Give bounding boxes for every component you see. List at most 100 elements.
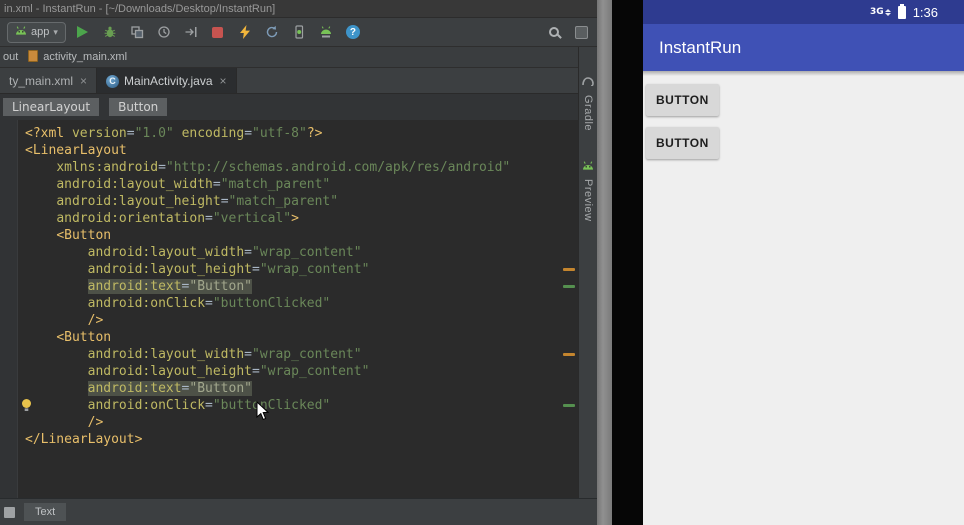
code-token: = <box>252 262 260 277</box>
code-token: <?xml <box>25 126 72 141</box>
mouse-cursor <box>256 401 270 422</box>
tab-text-mode[interactable]: Text <box>24 503 66 521</box>
code-token: "match_parent" <box>229 194 339 209</box>
tool-rail-label: Gradle <box>582 95 594 131</box>
code-line: <LinearLayout <box>25 142 562 159</box>
help-icon[interactable]: ? <box>344 23 362 41</box>
editor-tab-label: MainActivity.java <box>124 74 212 88</box>
gradle-icon <box>582 73 594 91</box>
code-token: = <box>252 364 260 379</box>
window-divider[interactable] <box>597 0 612 525</box>
java-class-icon: C <box>106 73 119 88</box>
tool-rail-gradle[interactable]: Gradle <box>579 73 597 131</box>
code-line: android:text="Button" <box>25 278 562 295</box>
device-button-2[interactable]: BUTTON <box>646 127 719 159</box>
screenshot: in.xml - InstantRun - [~/Downloads/Deskt… <box>0 0 964 525</box>
sdk-manager-icon[interactable] <box>317 23 335 41</box>
code-token <box>25 262 88 277</box>
code-line: android:text="Button" <box>25 380 562 397</box>
code-token <box>25 296 88 311</box>
device-button-1[interactable]: BUTTON <box>646 84 719 116</box>
code-token: version <box>72 126 127 141</box>
navbar-item[interactable]: out <box>3 51 18 63</box>
code-token: = <box>127 126 135 141</box>
tool-rail-preview[interactable]: Preview <box>579 157 597 222</box>
code-token: "buttonClicked" <box>213 296 330 311</box>
breadcrumb-chip[interactable]: LinearLayout <box>3 98 99 116</box>
code-token: "Button" <box>189 381 252 396</box>
code-line: <?xml version="1.0" encoding="utf-8"?> <box>25 125 562 142</box>
code-line: android:layout_width="match_parent" <box>25 176 562 193</box>
code-token <box>25 364 88 379</box>
sync-project-icon[interactable] <box>263 23 281 41</box>
code-token: "match_parent" <box>221 177 331 192</box>
xml-breadcrumbs: LinearLayout Button <box>0 94 578 120</box>
code-token: "wrap_content" <box>252 347 362 362</box>
stripe-mark <box>563 268 575 271</box>
code-editor[interactable]: <?xml version="1.0" encoding="utf-8"?><L… <box>0 120 578 498</box>
stripe-mark <box>563 285 575 288</box>
code-line: /> <box>25 312 562 329</box>
code-line: /> <box>25 414 562 431</box>
toolwindow-toggle-icon[interactable] <box>4 507 15 518</box>
network-label: 3G <box>870 7 884 17</box>
code-token: "utf-8" <box>252 126 307 141</box>
code-line: <Button <box>25 227 562 244</box>
code-token: = <box>244 245 252 260</box>
emulator-screen: 3G 1:36 InstantRun BUTTONBUTTON <box>643 0 964 525</box>
code-token: "wrap_content" <box>260 364 370 379</box>
code-token: "1.0" <box>135 126 174 141</box>
coverage-icon[interactable] <box>128 23 146 41</box>
code-token: android:layout_height <box>88 364 252 379</box>
code-token: android:onClick <box>88 398 205 413</box>
close-tab-icon[interactable]: × <box>220 74 227 88</box>
main-toolbar: app ▾ ? <box>0 18 597 47</box>
code-token <box>25 347 88 362</box>
panel-toggle-icon[interactable] <box>572 23 590 41</box>
chevron-down-icon: ▾ <box>53 27 58 38</box>
editor-tab-MainActivity-java[interactable]: C MainActivity.java × <box>97 68 237 93</box>
window-titlebar[interactable]: in.xml - InstantRun - [~/Downloads/Deskt… <box>0 0 597 18</box>
attach-debugger-icon[interactable] <box>182 23 200 41</box>
navbar-item[interactable]: activity_main.xml <box>28 50 127 65</box>
search-icon[interactable] <box>545 23 563 41</box>
window-title: in.xml - InstantRun - [~/Downloads/Deskt… <box>4 3 275 15</box>
code-token: android:layout_width <box>56 177 213 192</box>
code-token: android:layout_height <box>56 194 220 209</box>
android-studio-window: in.xml - InstantRun - [~/Downloads/Deskt… <box>0 0 597 525</box>
code-token <box>25 415 88 430</box>
intention-bulb-icon[interactable] <box>20 398 33 412</box>
code-token: /> <box>88 313 104 328</box>
avd-manager-icon[interactable] <box>290 23 308 41</box>
code-token: = <box>244 126 252 141</box>
code-token: encoding <box>182 126 245 141</box>
code-token: = <box>205 211 213 226</box>
app-title: InstantRun <box>659 38 741 58</box>
code-token: "wrap_content" <box>252 245 362 260</box>
code-token: android:orientation <box>56 211 205 226</box>
code-token: <LinearLayout <box>25 143 127 158</box>
code-token <box>25 330 56 345</box>
debug-icon[interactable] <box>101 23 119 41</box>
device-app-bar: InstantRun <box>643 24 964 71</box>
code-token: = <box>158 160 166 175</box>
code-token: "vertical" <box>213 211 291 226</box>
code-token: "buttonClicked" <box>213 398 330 413</box>
data-arrows-icon <box>885 9 891 16</box>
code-token: "Button" <box>189 279 252 294</box>
stop-icon[interactable] <box>209 23 227 41</box>
code-token <box>25 398 88 413</box>
editor-gutter <box>0 120 18 498</box>
tool-rail-label: Preview <box>582 179 594 222</box>
run-icon[interactable] <box>74 23 92 41</box>
close-tab-icon[interactable]: × <box>80 74 87 88</box>
run-config-selector[interactable]: app ▾ <box>7 22 66 43</box>
editor-tab-ty_main-xml[interactable]: ty_main.xml× <box>0 68 97 93</box>
code-lines[interactable]: <?xml version="1.0" encoding="utf-8"?><L… <box>19 120 562 448</box>
code-token: android:text <box>88 279 182 294</box>
code-token <box>25 160 56 175</box>
breadcrumb-chip[interactable]: Button <box>109 98 167 116</box>
instant-run-icon[interactable] <box>236 23 254 41</box>
code-line: android:layout_height="wrap_content" <box>25 261 562 278</box>
profiler-icon[interactable] <box>155 23 173 41</box>
